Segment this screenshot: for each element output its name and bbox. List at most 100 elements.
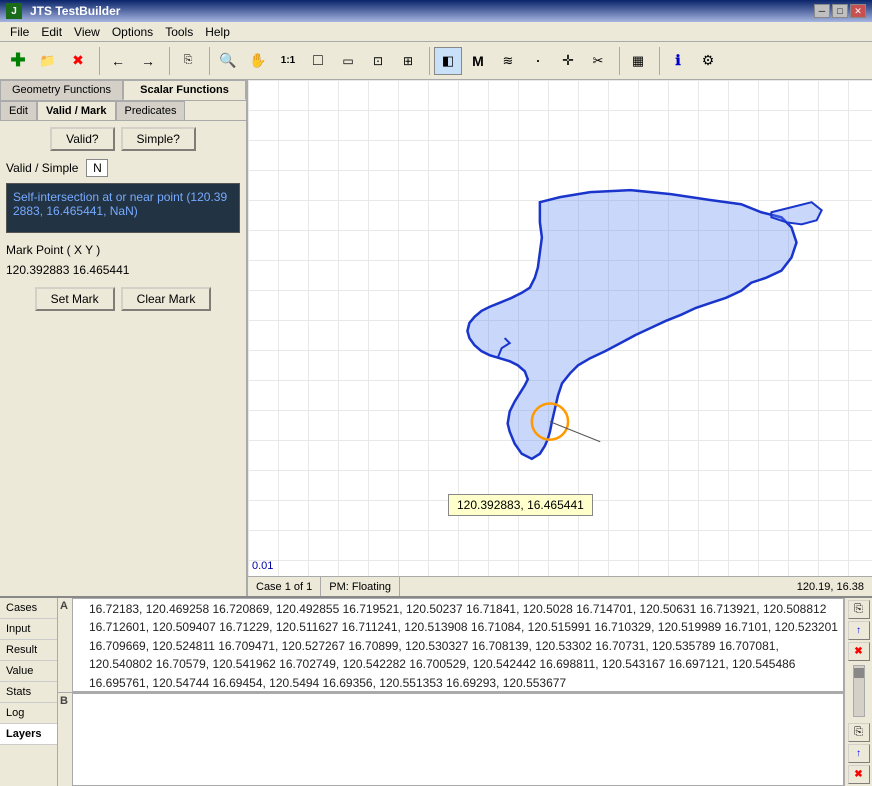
move-button[interactable]: ✛	[554, 47, 582, 75]
valid-button[interactable]: Valid?	[50, 127, 114, 151]
valid-simple-label: Valid / Simple	[6, 161, 78, 175]
menu-help[interactable]: Help	[199, 23, 236, 41]
panel-b-label: B	[58, 693, 72, 786]
set-mark-button[interactable]: Set Mark	[35, 287, 115, 311]
maximize-button[interactable]: □	[832, 4, 848, 18]
main-area: Geometry Functions Scalar Functions Edit…	[0, 80, 872, 596]
side-tab-cases[interactable]: Cases	[0, 598, 57, 619]
new-geometry-button[interactable]: ✚	[4, 47, 32, 75]
zoom-rect-button[interactable]: ▭	[334, 47, 362, 75]
copy-geom-button[interactable]: ⎘	[848, 600, 870, 619]
copy-button[interactable]: ⎘	[174, 47, 202, 75]
titlebar-title: JTS TestBuilder	[30, 4, 120, 18]
zoom-box-button[interactable]: □	[304, 47, 332, 75]
menu-file[interactable]: File	[4, 23, 35, 41]
right-panel: 120.392883, 16.465441 0.01 Case 1 of 1 P…	[248, 80, 872, 596]
text-panel-a-content: 16.72183, 120.469258 16.720869, 120.4928…	[89, 602, 838, 690]
delete-b-button[interactable]: ✖	[848, 765, 870, 784]
valid-simple-value: N	[86, 159, 108, 177]
case-label: Case 1 of 1	[248, 577, 321, 596]
open-button[interactable]: 📁	[34, 47, 62, 75]
subtab-predicates[interactable]: Predicates	[116, 101, 186, 120]
side-tab-layers[interactable]: Layers	[0, 724, 57, 745]
bottom-section: Cases Input Result Value Stats Log Layer…	[0, 596, 872, 786]
side-tab-input[interactable]: Input	[0, 619, 57, 640]
info-text: Self-intersection at or near point (120.…	[13, 190, 227, 218]
settings-button[interactable]: ⚙	[694, 47, 722, 75]
select-m-button[interactable]: M	[464, 47, 492, 75]
side-tab-log[interactable]: Log	[0, 703, 57, 724]
menu-edit[interactable]: Edit	[35, 23, 68, 41]
back-button[interactable]: ←	[104, 47, 132, 75]
toolbar-sep-4	[426, 47, 430, 75]
clear-mark-button[interactable]: Clear Mark	[121, 287, 212, 311]
left-content: Valid? Simple? Valid / Simple N Self-int…	[0, 121, 246, 596]
toolbar: ✚ 📁 ✖ ← → ⎘ 🔍 ✋ 1:1 □ ▭ ⊡ ⊞ ◧ M ≋ · ✛ ✂ …	[0, 42, 872, 80]
close-file-button[interactable]: ✖	[64, 47, 92, 75]
side-tabs: Cases Input Result Value Stats Log Layer…	[0, 598, 58, 786]
zoom-full-button[interactable]: ⊞	[394, 47, 422, 75]
info-box: Self-intersection at or near point (120.…	[6, 183, 240, 233]
map-area[interactable]: 120.392883, 16.465441 0.01	[248, 80, 872, 576]
dot-button[interactable]: ·	[524, 47, 552, 75]
draw-poly-button[interactable]: ≋	[494, 47, 522, 75]
grid-button[interactable]: ▦	[624, 47, 652, 75]
coords-label: 120.19, 16.38	[400, 577, 872, 596]
sub-tabs: Edit Valid / Mark Predicates	[0, 101, 246, 121]
scroll-thumb[interactable]	[854, 668, 864, 678]
toolbar-sep-5	[616, 47, 620, 75]
titlebar-controls[interactable]: ─ □ ✕	[814, 4, 866, 18]
menubar: File Edit View Options Tools Help	[0, 22, 872, 42]
toolbar-sep-2	[166, 47, 170, 75]
zoom-100-button[interactable]: 1:1	[274, 47, 302, 75]
delete-a-button[interactable]: ✖	[848, 642, 870, 661]
subtab-edit[interactable]: Edit	[0, 101, 37, 120]
coord-tooltip: 120.392883, 16.465441	[448, 494, 593, 516]
zoom-in-button[interactable]: 🔍	[214, 47, 242, 75]
mark-point-label: Mark Point ( X Y )	[6, 243, 240, 257]
select-geom-button[interactable]: ◧	[434, 47, 462, 75]
text-panel-b[interactable]	[72, 693, 844, 786]
side-tab-value[interactable]: Value	[0, 661, 57, 682]
pan-button[interactable]: ✋	[244, 47, 272, 75]
side-tab-result[interactable]: Result	[0, 640, 57, 661]
scissors-button[interactable]: ✂	[584, 47, 612, 75]
mark-buttons: Set Mark Clear Mark	[6, 287, 240, 311]
forward-button[interactable]: →	[134, 47, 162, 75]
minimize-button[interactable]: ─	[814, 4, 830, 18]
menu-tools[interactable]: Tools	[159, 23, 199, 41]
titlebar-left: J JTS TestBuilder	[6, 3, 120, 19]
copy-b-button[interactable]: ⎘	[848, 723, 870, 742]
toolbar-sep-3	[206, 47, 210, 75]
scrollbar[interactable]	[853, 665, 865, 717]
app-icon: J	[6, 3, 22, 19]
tooltip-text: 120.392883, 16.465441	[457, 498, 584, 512]
tab-geometry-functions[interactable]: Geometry Functions	[0, 80, 123, 100]
text-area-container: A 16.72183, 120.469258 16.720869, 120.49…	[58, 598, 844, 786]
menu-options[interactable]: Options	[106, 23, 159, 41]
side-tab-stats[interactable]: Stats	[0, 682, 57, 703]
paste-button[interactable]: ↑	[848, 621, 870, 640]
text-panel-a[interactable]: 16.72183, 120.469258 16.720869, 120.4928…	[72, 598, 844, 692]
subtab-valid-mark[interactable]: Valid / Mark	[37, 101, 116, 120]
paste-b-button[interactable]: ↑	[848, 744, 870, 763]
toolbar-sep-1	[96, 47, 100, 75]
mark-point-value: 120.392883 16.465441	[6, 263, 240, 277]
scale-label: 0.01	[252, 560, 273, 572]
right-buttons: ⎘ ↑ ✖ ⎘ ↑ ✖	[844, 598, 872, 786]
statusbar: Case 1 of 1 PM: Floating 120.19, 16.38	[248, 576, 872, 596]
toolbar-sep-6	[656, 47, 660, 75]
close-button[interactable]: ✕	[850, 4, 866, 18]
menu-view[interactable]: View	[68, 23, 106, 41]
valid-simple-row: Valid / Simple N	[6, 159, 240, 177]
panel-a-label: A	[58, 598, 72, 692]
main-tabs: Geometry Functions Scalar Functions	[0, 80, 246, 101]
valid-simple-buttons: Valid? Simple?	[6, 127, 240, 151]
titlebar: J JTS TestBuilder ─ □ ✕	[0, 0, 872, 22]
text-panels: A 16.72183, 120.469258 16.720869, 120.49…	[58, 598, 844, 786]
info-button[interactable]: ℹ	[664, 47, 692, 75]
left-panel: Geometry Functions Scalar Functions Edit…	[0, 80, 248, 596]
simple-button[interactable]: Simple?	[121, 127, 196, 151]
tab-scalar-functions[interactable]: Scalar Functions	[123, 80, 246, 100]
zoom-fit-button[interactable]: ⊡	[364, 47, 392, 75]
